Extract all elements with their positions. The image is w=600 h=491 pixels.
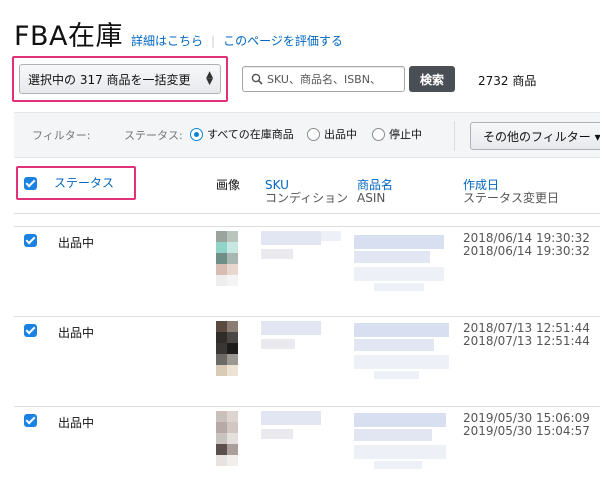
select-all-checkbox[interactable] bbox=[24, 177, 37, 190]
row-checkbox[interactable] bbox=[24, 234, 37, 247]
column-asin: ASIN bbox=[357, 191, 386, 205]
bulk-action-label: 選択中の 317 商品を一括変更 bbox=[28, 72, 191, 87]
filter-divider bbox=[454, 121, 455, 151]
column-status[interactable]: ステータス bbox=[54, 176, 114, 190]
row-checkbox[interactable] bbox=[24, 324, 37, 337]
header-separator: | bbox=[211, 34, 216, 48]
radio-active[interactable]: 出品中 bbox=[307, 126, 357, 142]
product-count: 2732 商品 bbox=[478, 74, 537, 88]
filter-label: フィルター: bbox=[32, 129, 91, 142]
status-changed-date: 2018/07/13 12:51:44 bbox=[463, 334, 590, 348]
radio-all-inventory[interactable]: すべての在庫商品 bbox=[190, 126, 294, 142]
row-dates: 2018/06/14 19:30:32 2018/06/14 19:30:32 bbox=[463, 232, 590, 258]
status-column-highlight: ステータス bbox=[16, 166, 136, 200]
status-changed-date: 2019/05/30 15:04:57 bbox=[463, 424, 590, 438]
radio-empty-icon bbox=[307, 127, 320, 141]
row-dates: 2018/07/13 12:51:44 2018/07/13 12:51:44 bbox=[463, 322, 590, 348]
toolbar: 選択中の 317 商品を一括変更 ▲▼ 検索 2732 商品 bbox=[12, 56, 600, 102]
column-status-changed-date: ステータス変更日 bbox=[463, 191, 560, 205]
search-input[interactable] bbox=[267, 72, 402, 86]
details-link[interactable]: 詳細はこちら bbox=[131, 32, 203, 49]
row-status: 出品中 bbox=[58, 236, 95, 250]
column-condition: コンディション bbox=[265, 191, 349, 205]
table-row: 出品中 2018/07/13 12:51:44 2018/07/13 12:51… bbox=[14, 316, 600, 406]
radio-inactive[interactable]: 停止中 bbox=[372, 126, 422, 142]
product-thumbnail[interactable] bbox=[216, 231, 248, 293]
row-checkbox[interactable] bbox=[24, 414, 37, 427]
radio-empty-icon bbox=[372, 127, 385, 141]
table-row: 出品中 2019/05/30 15:06:09 2019/05/30 15:04… bbox=[14, 406, 600, 491]
filter-bar: フィルター: ステータス: すべての在庫商品 出品中 停止中 その他のフィルター… bbox=[14, 112, 600, 158]
column-image: 画像 bbox=[216, 178, 241, 192]
search-box[interactable] bbox=[242, 66, 405, 92]
dropdown-arrows-icon: ▲ ▼ bbox=[206, 70, 213, 87]
radio-selected-icon bbox=[190, 127, 203, 141]
status-filter-label: ステータス: bbox=[124, 129, 183, 142]
product-thumbnail[interactable] bbox=[216, 321, 248, 383]
row-status: 出品中 bbox=[58, 326, 95, 340]
search-button[interactable]: 検索 bbox=[409, 66, 455, 92]
more-filters-button[interactable]: その他のフィルター ▾ bbox=[470, 122, 600, 150]
search-icon bbox=[251, 73, 263, 85]
radio-label: すべての在庫商品 bbox=[207, 128, 294, 141]
column-sku[interactable]: SKU bbox=[265, 178, 289, 192]
product-thumbnail[interactable] bbox=[216, 411, 248, 473]
rate-page-link[interactable]: このページを評価する bbox=[223, 32, 343, 49]
radio-label: 出品中 bbox=[324, 128, 357, 141]
radio-label: 停止中 bbox=[389, 128, 422, 141]
column-created-date[interactable]: 作成日 bbox=[463, 178, 499, 192]
row-status: 出品中 bbox=[58, 416, 95, 430]
row-dates: 2019/05/30 15:06:09 2019/05/30 15:04:57 bbox=[463, 412, 590, 438]
bulk-action-highlight: 選択中の 317 商品を一括変更 ▲ ▼ bbox=[12, 56, 228, 102]
column-product-name[interactable]: 商品名 bbox=[357, 178, 393, 192]
page-header: FBA在庫 詳細はこちら | このページを評価する bbox=[14, 14, 343, 54]
page-title: FBA在庫 bbox=[14, 21, 124, 52]
table-header: ステータス 画像 SKU コンディション 商品名 ASIN 作成日 ステータス変… bbox=[14, 158, 600, 214]
table-row: 出品中 2018/06/14 19:30:32 2018/06/14 19:30… bbox=[14, 226, 600, 316]
status-changed-date: 2018/06/14 19:30:32 bbox=[463, 244, 590, 258]
bulk-action-dropdown[interactable]: 選択中の 317 商品を一括変更 ▲ ▼ bbox=[19, 64, 221, 94]
